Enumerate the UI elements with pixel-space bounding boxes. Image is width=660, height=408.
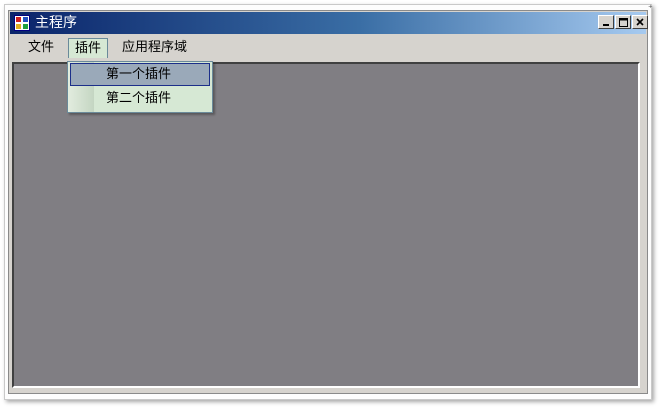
title-bar[interactable]: 主程序 [10, 12, 648, 34]
menu-app-domain[interactable]: 应用程序域 [116, 38, 193, 58]
resize-corner-mark: ⁺ [648, 4, 653, 14]
plugins-dropdown-menu: 第一个插件 第二个插件 [67, 61, 213, 113]
menu-bar: 文件 插件 应用程序域 [10, 35, 646, 61]
menu-item-first-plugin[interactable]: 第一个插件 [70, 63, 210, 86]
maximize-icon [618, 17, 628, 27]
menu-file[interactable]: 文件 [22, 38, 60, 58]
close-button[interactable] [632, 15, 648, 29]
menu-plugins[interactable]: 插件 [68, 38, 109, 58]
minimize-button[interactable] [598, 15, 614, 29]
window-title: 主程序 [35, 15, 77, 31]
close-icon [636, 18, 644, 26]
app-window-icon [14, 15, 30, 31]
maximize-button[interactable] [615, 15, 631, 29]
minimize-icon [603, 24, 609, 26]
menu-item-second-plugin[interactable]: 第二个插件 [70, 87, 210, 110]
